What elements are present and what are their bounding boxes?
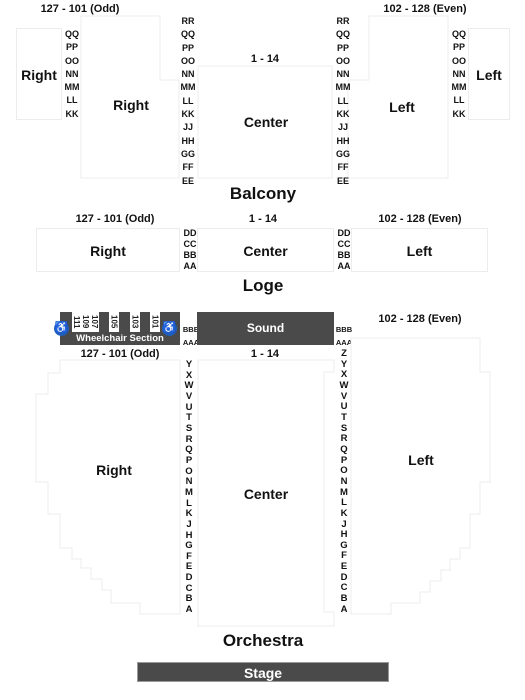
orchestra-aisle-rows-left: Z Y X W V U T S R Q P O N M L K J H G F … — [333, 348, 355, 615]
row-label: P — [185, 454, 193, 466]
row-label: M — [185, 486, 193, 498]
row-label: A — [185, 604, 193, 616]
orchestra-aisle-rows-right: Y X W V U T S R Q P O N M L K J H G F E … — [178, 359, 200, 616]
orchestra-section-right[interactable]: Right — [86, 462, 142, 478]
orchestra-section-center[interactable]: Center — [228, 486, 304, 502]
row-label: A — [340, 603, 348, 615]
row-label: T — [341, 411, 347, 423]
row-label: S — [185, 422, 193, 434]
row-label: N — [340, 475, 348, 487]
level-label-orchestra: Orchestra — [222, 631, 304, 650]
row-label: Q — [340, 443, 348, 455]
row-label: K — [340, 507, 348, 519]
orchestra-outlines — [35, 337, 491, 627]
stage: Stage — [137, 662, 389, 682]
orchestra-section-left[interactable]: Left — [395, 452, 447, 468]
row-label: J — [186, 518, 192, 530]
